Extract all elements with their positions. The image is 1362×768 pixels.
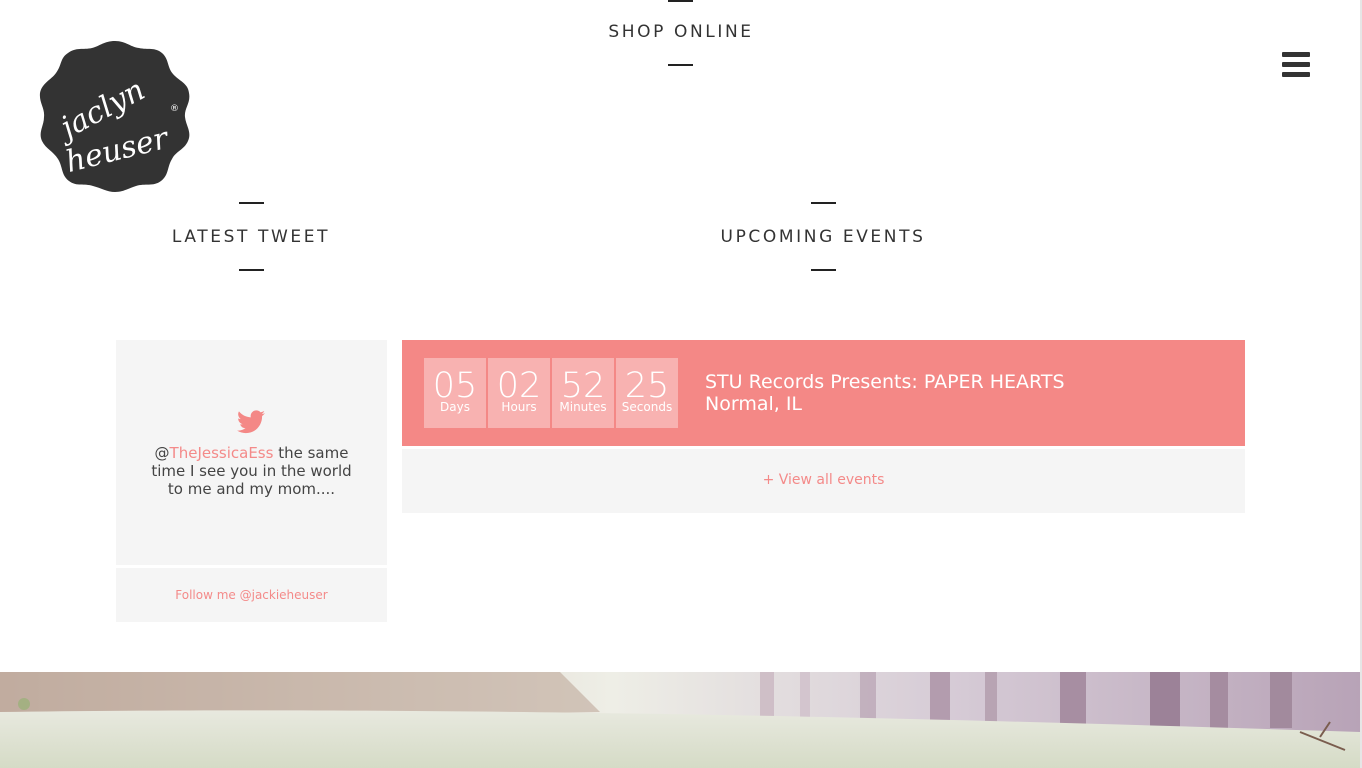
hero-background-photo [0, 672, 1360, 768]
heading-divider [238, 202, 264, 204]
shop-online-link[interactable]: SHOP ONLINE [0, 22, 1362, 42]
forest-road-image [0, 672, 1360, 768]
menu-bar [1282, 72, 1310, 77]
follow-card: Follow me @jackieheuser [116, 568, 387, 622]
countdown-minutes-label: Minutes [559, 400, 607, 414]
countdown-hours: 02 Hours [488, 358, 550, 428]
tweet-mention-link[interactable]: TheJessicaEss [170, 444, 274, 462]
view-all-events-link[interactable]: + View all events [763, 472, 885, 488]
countdown-seconds: 25 Seconds [616, 358, 678, 428]
tweet-at: @ [154, 444, 170, 462]
tweet-card: @TheJessicaEss the same time I see you i… [116, 340, 387, 565]
upcoming-events-heading-group: UPCOMING EVENTS [402, 202, 1244, 271]
shop-divider [668, 64, 693, 66]
event-item[interactable]: 05 Days 02 Hours 52 Minutes 25 Seconds S… [402, 340, 1245, 446]
heading-divider [810, 202, 836, 204]
tweet-text: @TheJessicaEss the same time I see you i… [144, 444, 359, 498]
upcoming-events-heading: UPCOMING EVENTS [720, 227, 926, 247]
countdown-days-label: Days [440, 400, 470, 414]
latest-tweet-heading-group: LATEST TWEET [116, 202, 386, 271]
event-location: Normal, IL [705, 393, 803, 415]
countdown-minutes: 52 Minutes [552, 358, 614, 428]
event-title[interactable]: STU Records Presents: PAPER HEARTS [705, 371, 1065, 393]
event-countdown: 05 Days 02 Hours 52 Minutes 25 Seconds [424, 358, 680, 428]
jaclyn-heuser-logo[interactable]: jaclyn heuser ® [38, 38, 192, 192]
twitter-bird-icon [237, 410, 265, 434]
view-all-events-card: + View all events [402, 449, 1245, 513]
top-divider [668, 0, 693, 2]
follow-link[interactable]: Follow me @jackieheuser [175, 588, 327, 602]
registered-mark: ® [170, 104, 179, 114]
countdown-hours-label: Hours [501, 400, 537, 414]
heading-divider [238, 269, 264, 271]
menu-bar [1282, 62, 1310, 67]
countdown-days: 05 Days [424, 358, 486, 428]
latest-tweet-heading: LATEST TWEET [171, 227, 331, 247]
countdown-seconds-label: Seconds [621, 400, 673, 414]
heading-divider [810, 269, 836, 271]
hamburger-icon[interactable] [1282, 52, 1310, 78]
menu-bar [1282, 52, 1310, 57]
